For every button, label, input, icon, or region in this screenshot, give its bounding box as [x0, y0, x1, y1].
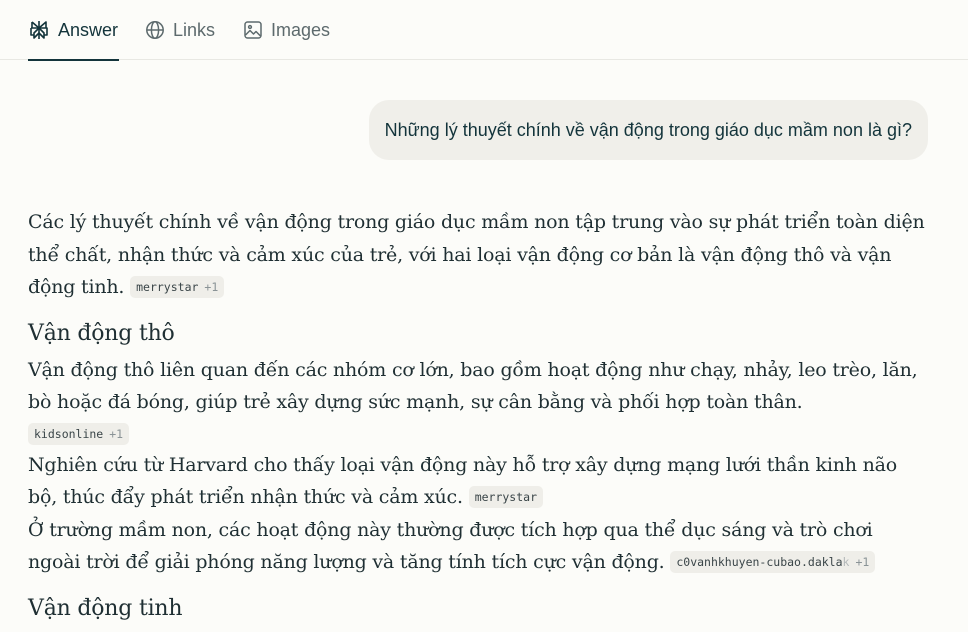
gross-motor-citation-line: kidsonline +1 [28, 419, 928, 449]
citation-more-count: +1 [855, 555, 870, 569]
section-heading-fine-motor: Vận động tinh [28, 595, 183, 621]
user-query-text: Những lý thuyết chính về vận động trong … [384, 119, 912, 140]
citation-source: kidsonline [34, 426, 104, 441]
citation-source-visible: c0vanhkhuyen-cubao.dakla [676, 555, 843, 569]
globe-icon [145, 20, 165, 40]
tab-links[interactable]: Links [145, 0, 218, 60]
results-tab-bar: Answer Links Images [0, 0, 968, 61]
citation-chip[interactable]: merrystar +1 [130, 276, 225, 298]
image-icon [243, 20, 263, 40]
citation-chip[interactable]: c0vanhkhuyen-cubao.daklak +1 [670, 551, 876, 573]
citation-source: c0vanhkhuyen-cubao.daklak [676, 551, 849, 573]
tab-images[interactable]: Images [243, 0, 333, 60]
answer-intro-paragraph: Các lý thuyết chính về vận động trong gi… [28, 206, 928, 304]
answer-body: Các lý thuyết chính về vận động trong gi… [28, 206, 928, 629]
citation-source: merrystar [136, 280, 199, 294]
gross-motor-paragraph-3: Ở trường mầm non, các hoạt động này thườ… [28, 514, 928, 579]
citation-source-faded: k [842, 555, 850, 569]
user-query-bubble: Những lý thuyết chính về vận động trong … [368, 100, 928, 160]
citation-chip[interactable]: kidsonline +1 [28, 422, 130, 445]
perplexity-logo-icon [28, 19, 50, 41]
gross-motor-text-1: Vận động thô liên quan đến các nhóm cơ l… [28, 358, 918, 414]
tab-answer-label: Answer [58, 19, 119, 40]
citation-chip[interactable]: merrystar [468, 486, 543, 508]
gross-motor-paragraph-2: Nghiên cứu từ Harvard cho thấy loại vận … [28, 449, 928, 514]
tab-images-label: Images [271, 19, 331, 40]
tab-answer[interactable]: Answer [28, 0, 119, 61]
tab-links-label: Links [173, 19, 216, 40]
citation-more-count: +1 [109, 426, 124, 441]
citation-more-count: +1 [204, 280, 219, 294]
gross-motor-paragraph-1: Vận động thô liên quan đến các nhóm cơ l… [28, 354, 928, 419]
gross-motor-text-2: Nghiên cứu từ Harvard cho thấy loại vận … [28, 453, 898, 509]
section-heading-gross-motor: Vận động thô [28, 320, 175, 346]
citation-source: merrystar [474, 490, 537, 504]
